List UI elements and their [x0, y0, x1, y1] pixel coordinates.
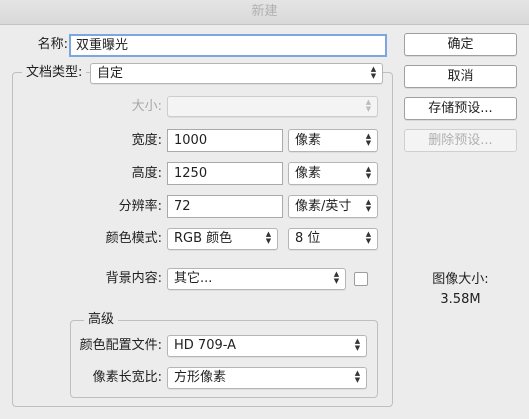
pixel-aspect-select[interactable]: 方形像素 ▲ ▼: [167, 367, 367, 389]
resolution-unit-select[interactable]: 像素/英寸 ▲ ▼: [288, 195, 378, 218]
color-mode-value: RGB 颜色: [174, 231, 233, 246]
doc-type-select[interactable]: 自定 ▲ ▼: [90, 63, 383, 84]
select-arrows-icon: ▲ ▼: [365, 165, 372, 180]
background-label: 背景内容:: [105, 271, 162, 286]
width-unit-select[interactable]: 像素 ▲ ▼: [288, 129, 378, 152]
resolution-input[interactable]: 72: [167, 195, 283, 218]
cancel-button[interactable]: 取消: [404, 65, 517, 88]
color-mode-label: 颜色模式:: [105, 231, 162, 246]
resolution-label: 分辨率:: [118, 199, 162, 214]
image-size-label: 图像大小:: [432, 272, 489, 287]
color-profile-value: HD 709-A: [174, 338, 237, 353]
name-label: 名称:: [37, 37, 68, 52]
doc-type-value: 自定: [97, 66, 124, 81]
height-unit-select[interactable]: 像素 ▲ ▼: [288, 162, 378, 185]
background-value: 其它...: [174, 271, 213, 286]
advanced-title: 高级: [84, 311, 119, 329]
pixel-aspect-value: 方形像素: [174, 370, 227, 385]
color-profile-select[interactable]: HD 709-A ▲ ▼: [167, 335, 367, 357]
select-arrows-icon: ▲ ▼: [354, 369, 361, 384]
select-arrows-icon: ▲ ▼: [370, 65, 377, 80]
color-profile-label: 颜色配置文件:: [79, 338, 162, 353]
delete-preset-button: 删除预设...: [404, 129, 517, 152]
background-color-swatch[interactable]: [354, 272, 368, 286]
doc-type-label: 文档类型:: [22, 64, 87, 82]
size-select: ▲ ▼: [167, 96, 378, 117]
select-arrows-icon: ▲ ▼: [365, 198, 372, 213]
height-unit-value: 像素: [295, 166, 322, 181]
pixel-aspect-label: 像素长宽比:: [92, 370, 162, 385]
width-input[interactable]: 1000: [167, 129, 283, 152]
color-mode-select[interactable]: RGB 颜色 ▲ ▼: [167, 228, 278, 250]
select-arrows-icon: ▲ ▼: [365, 98, 372, 113]
resolution-unit-value: 像素/英寸: [295, 199, 352, 214]
name-input[interactable]: 双重曝光: [69, 34, 387, 57]
image-size-value: 3.58M: [440, 292, 481, 307]
width-unit-value: 像素: [295, 133, 322, 148]
select-arrows-icon: ▲ ▼: [265, 230, 272, 245]
select-arrows-icon: ▲ ▼: [354, 337, 361, 352]
background-select[interactable]: 其它... ▲ ▼: [167, 268, 346, 290]
window-title: 新建: [0, 0, 529, 25]
select-arrows-icon: ▲ ▼: [365, 230, 372, 245]
save-preset-button[interactable]: 存储预设...: [404, 97, 517, 120]
width-label: 宽度:: [131, 133, 162, 148]
select-arrows-icon: ▲ ▼: [333, 270, 340, 285]
size-label: 大小:: [131, 99, 162, 114]
select-arrows-icon: ▲ ▼: [365, 132, 372, 147]
ok-button[interactable]: 确定: [404, 33, 517, 56]
bit-depth-select[interactable]: 8 位 ▲ ▼: [288, 228, 378, 250]
height-input[interactable]: 1250: [167, 162, 283, 185]
height-label: 高度:: [131, 166, 162, 181]
bit-depth-value: 8 位: [295, 231, 321, 246]
